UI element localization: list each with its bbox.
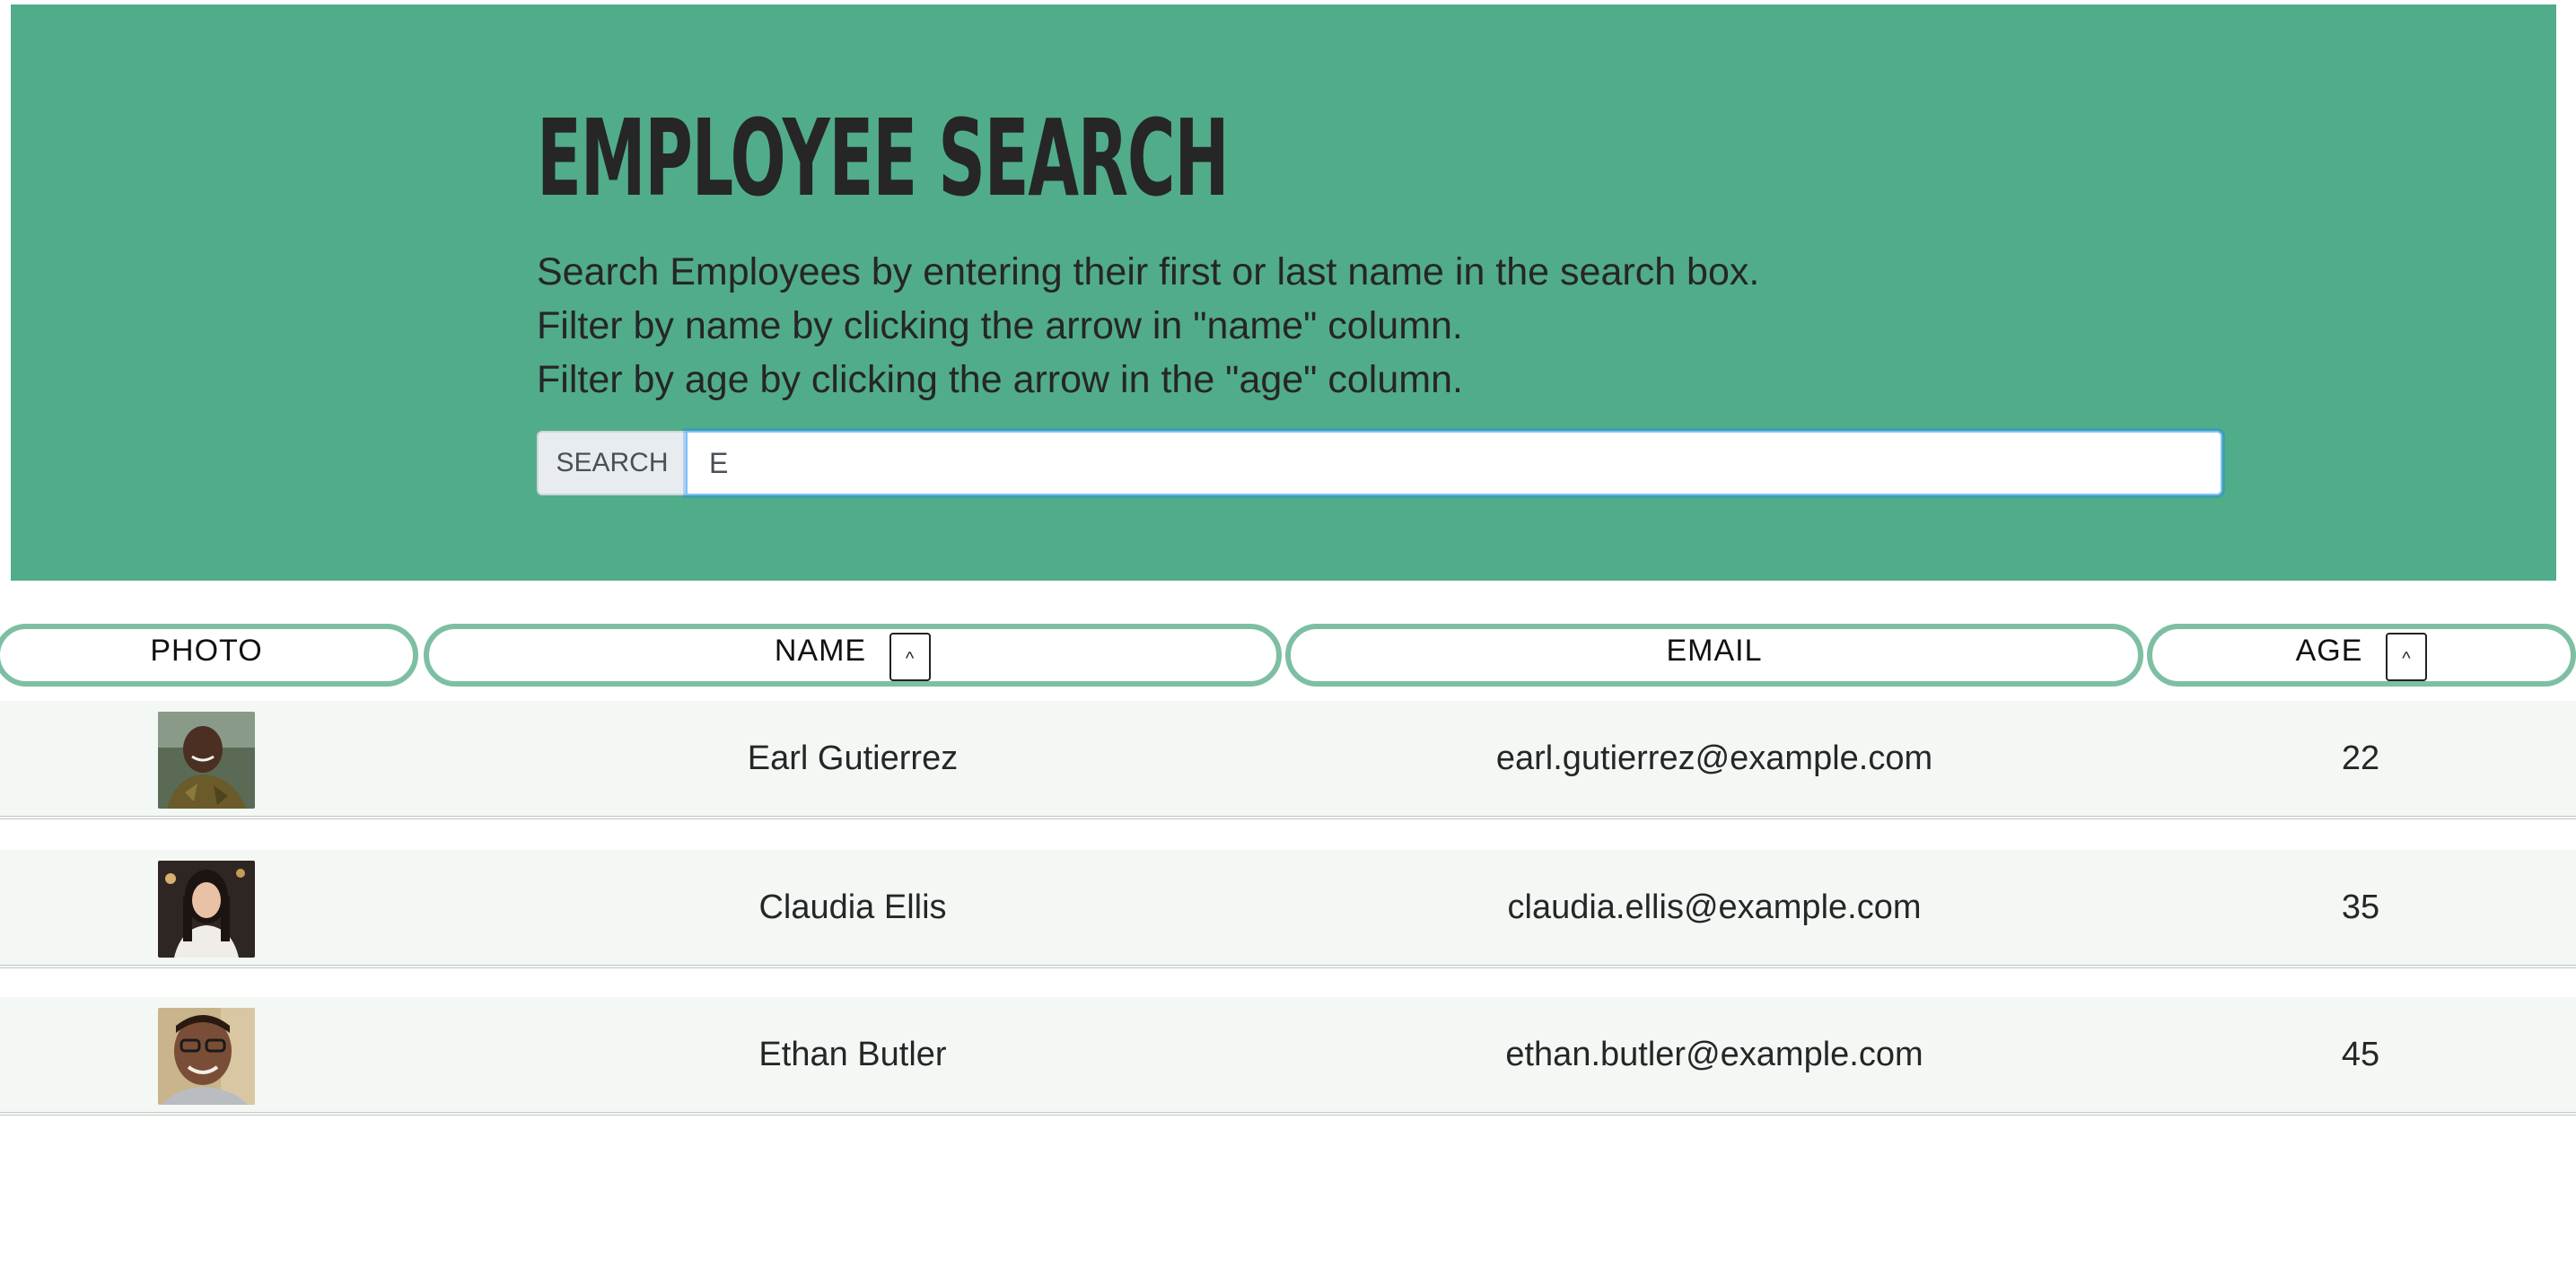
instruction-line: Filter by name by clicking the arrow in … bbox=[537, 304, 1463, 347]
column-header-age: AGE ^ bbox=[2147, 624, 2576, 687]
column-header-email: EMAIL bbox=[1285, 624, 2143, 687]
page-title: EMPLOYEE SEARCH bbox=[537, 96, 1230, 220]
employee-age: 45 bbox=[2341, 1036, 2380, 1073]
column-header-photo: PHOTO bbox=[0, 624, 418, 687]
employee-age: 35 bbox=[2341, 888, 2380, 926]
column-header-name: NAME ^ bbox=[424, 624, 1282, 687]
employee-email: earl.gutierrez@example.com bbox=[1495, 740, 1933, 777]
column-header-label: PHOTO bbox=[150, 634, 263, 668]
instruction-line: Search Employees by entering their first… bbox=[537, 250, 1760, 293]
employee-photo bbox=[158, 1008, 255, 1105]
employee-name: Earl Gutierrez bbox=[747, 740, 959, 777]
column-header-label: EMAIL bbox=[1666, 634, 1763, 668]
employee-name: Ethan Butler bbox=[758, 1036, 947, 1073]
table-row: Earl Gutierrez earl.gutierrez@example.co… bbox=[0, 701, 2576, 819]
hero-jumbotron: EMPLOYEE SEARCH Search Employees by ente… bbox=[11, 4, 2556, 581]
employee-email: claudia.ellis@example.com bbox=[1507, 888, 1922, 926]
employee-table: PHOTO NAME ^ EMAIL AGE ^ Earl Gutierrez ea… bbox=[0, 624, 2576, 1116]
employee-email: ethan.butler@example.com bbox=[1505, 1036, 1923, 1073]
column-header-label: AGE bbox=[2295, 634, 2363, 668]
table-header: PHOTO NAME ^ EMAIL AGE ^ bbox=[0, 624, 2576, 687]
search-label: SEARCH bbox=[537, 431, 686, 495]
employee-age: 22 bbox=[2341, 740, 2380, 777]
table-row: Ethan Butler ethan.butler@example.com 45 bbox=[0, 997, 2576, 1116]
hero-content: EMPLOYEE SEARCH Search Employees by ente… bbox=[537, 105, 1759, 407]
instructions: Search Employees by entering their first… bbox=[537, 245, 1759, 407]
employee-name: Claudia Ellis bbox=[758, 888, 947, 926]
instruction-line: Filter by age by clicking the arrow in t… bbox=[537, 358, 1463, 401]
table-row: Claudia Ellis claudia.ellis@example.com … bbox=[0, 850, 2576, 968]
sort-name-button[interactable]: ^ bbox=[889, 633, 932, 681]
column-header-label: NAME bbox=[774, 634, 867, 668]
employee-photo bbox=[158, 861, 255, 958]
search-input[interactable] bbox=[686, 431, 2222, 495]
search-group: SEARCH bbox=[537, 431, 2222, 495]
sort-age-button[interactable]: ^ bbox=[2386, 633, 2428, 681]
employee-photo bbox=[158, 712, 255, 809]
